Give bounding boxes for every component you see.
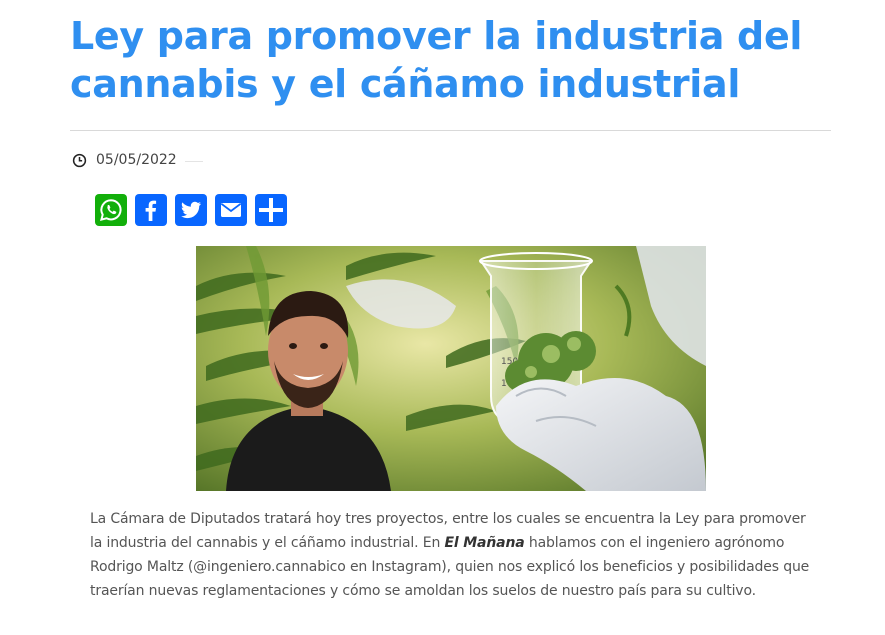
clock-icon [72, 153, 87, 167]
article-title: Ley para promover la industria del canna… [70, 14, 803, 106]
article-body: La Cámara de Diputados tratará hoy tres … [90, 507, 820, 603]
share-bar [95, 194, 287, 226]
title-divider [70, 130, 831, 131]
date-divider [185, 161, 203, 162]
whatsapp-icon [100, 199, 122, 221]
article-body-emphasis: El Mañana [444, 535, 525, 551]
article-hero-image: 150 100 [196, 246, 706, 491]
facebook-icon [145, 200, 157, 221]
share-plus-icon [259, 198, 283, 222]
share-more-button[interactable] [255, 194, 287, 226]
post-date-text: 05/05/2022 [96, 152, 177, 168]
whatsapp-share-button[interactable] [95, 194, 127, 226]
twitter-share-button[interactable] [175, 194, 207, 226]
email-share-button[interactable] [215, 194, 247, 226]
twitter-icon [181, 201, 201, 219]
facebook-share-button[interactable] [135, 194, 167, 226]
post-date: 05/05/2022 [72, 151, 177, 169]
email-icon [220, 203, 242, 217]
